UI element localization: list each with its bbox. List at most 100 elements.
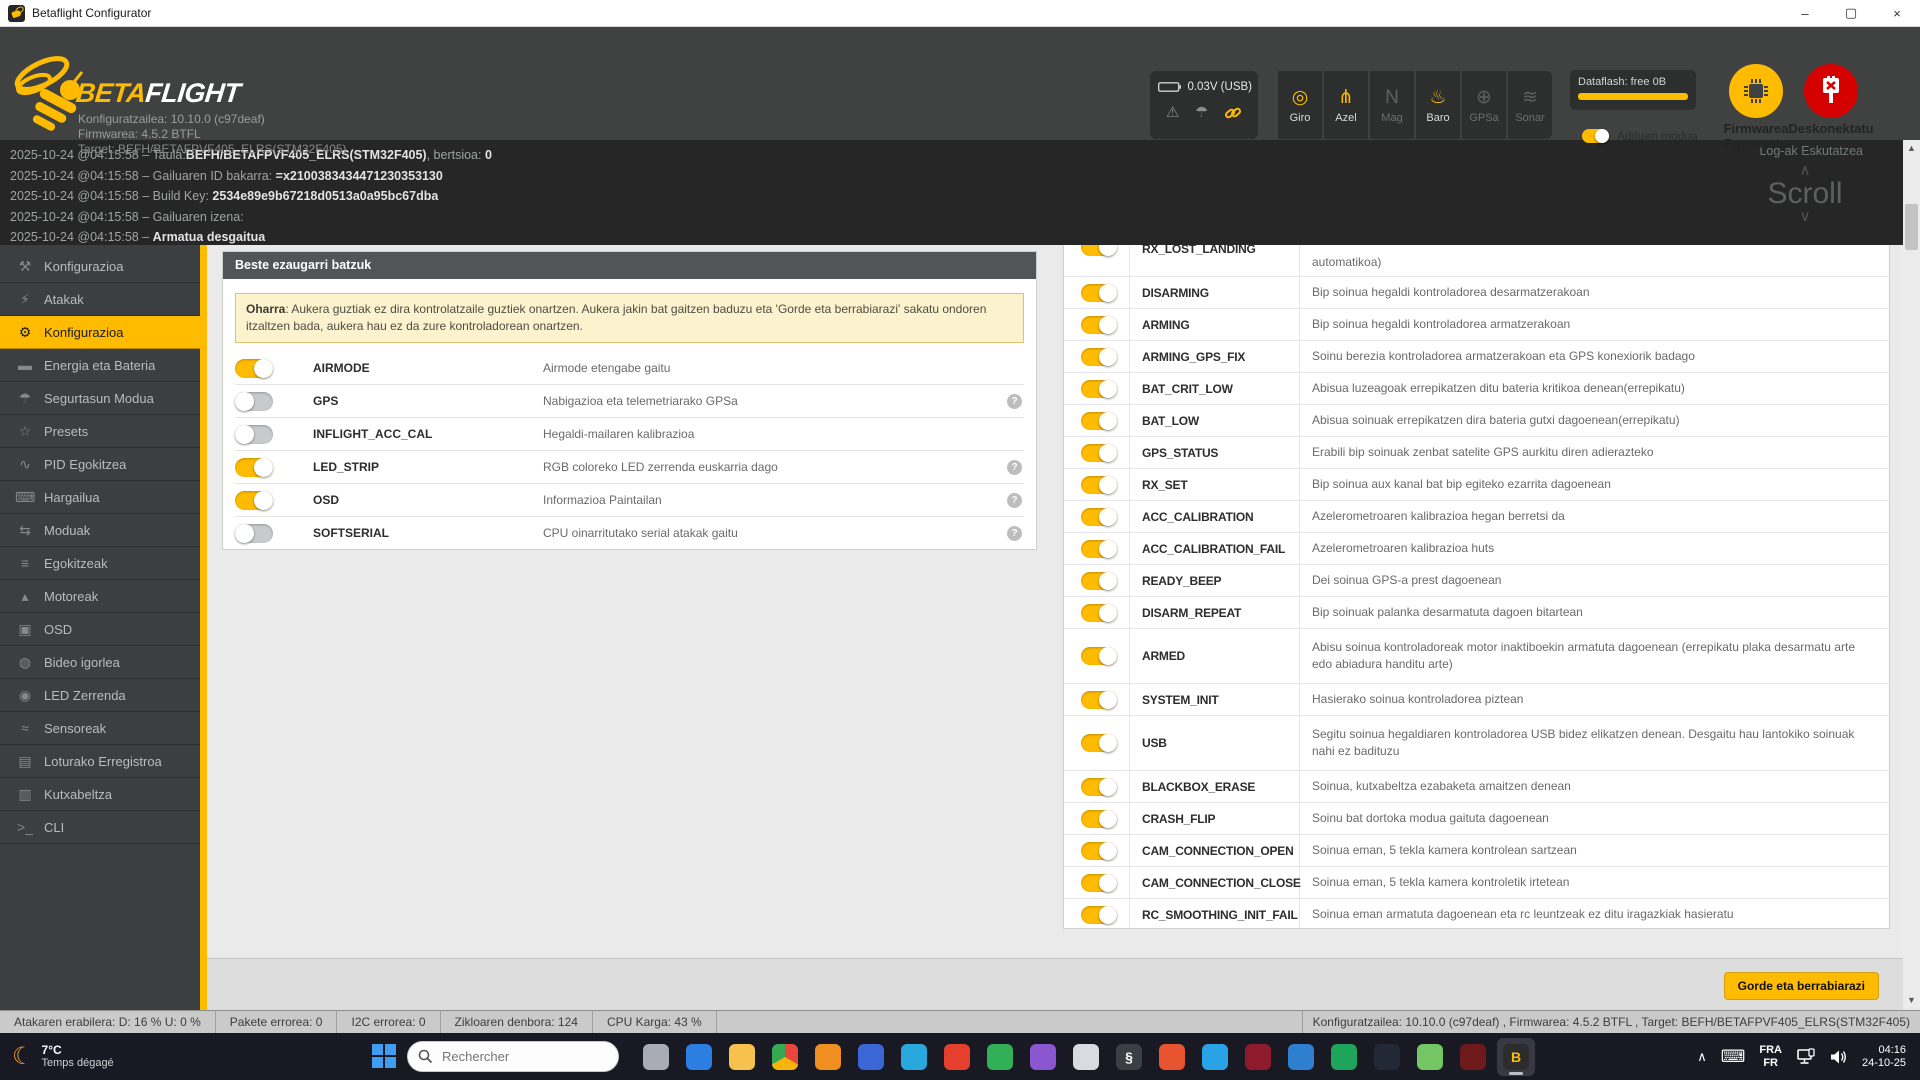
beeper-toggle[interactable] [1081, 690, 1117, 709]
beeper-toggle[interactable] [1081, 507, 1117, 526]
firmware-flasher-button[interactable] [1729, 64, 1783, 118]
tray-chevron-icon[interactable]: ∧ [1697, 1049, 1707, 1065]
beeper-toggle[interactable] [1081, 315, 1117, 334]
beeper-toggle[interactable] [1081, 475, 1117, 494]
expert-mode-toggle[interactable] [1582, 129, 1609, 143]
taskbar-app-icon[interactable] [1196, 1038, 1234, 1076]
network-icon[interactable] [1796, 1047, 1816, 1066]
taskbar-app-icon[interactable] [637, 1038, 675, 1076]
taskbar-search[interactable] [407, 1041, 619, 1072]
close-button[interactable]: × [1874, 0, 1920, 26]
sidebar-item[interactable]: ▤ Loturako Erregistroa [0, 745, 200, 778]
feature-toggle[interactable] [235, 424, 273, 444]
scrollbar-down-arrow[interactable]: ▼ [1903, 992, 1920, 1008]
taskbar-app-icon[interactable] [1411, 1038, 1449, 1076]
disconnect-label[interactable]: Deskonektatu [1776, 121, 1886, 136]
beeper-name: RC_SMOOTHING_INIT_FAIL [1130, 899, 1300, 928]
feature-toggle[interactable] [235, 490, 273, 510]
sidebar-item[interactable]: ◉ LED Zerrenda [0, 679, 200, 712]
taskbar-app-icon[interactable]: § [1110, 1038, 1148, 1076]
feature-toggle[interactable] [235, 391, 273, 411]
beeper-toggle[interactable] [1081, 734, 1117, 752]
feature-toggle[interactable] [235, 358, 273, 378]
beeper-toggle[interactable] [1081, 841, 1117, 860]
beeper-toggle[interactable] [1081, 347, 1117, 366]
beeper-toggle[interactable] [1081, 873, 1117, 892]
beeper-toggle[interactable] [1081, 539, 1117, 558]
target-info: Target: BEFH/BETAFPVF405_ELRS(STM32F405) [78, 142, 347, 156]
sidebar-item[interactable]: ▥ Kutxabeltza [0, 778, 200, 811]
beeper-row: GPS_STATUS Erabili bip soinuak zenbat sa… [1064, 437, 1889, 469]
beeper-toggle[interactable] [1081, 571, 1117, 590]
taskbar-app-icon[interactable] [723, 1038, 761, 1076]
help-icon[interactable]: ? [1007, 525, 1022, 541]
beeper-toggle[interactable] [1081, 283, 1117, 302]
taskbar-weather-widget[interactable]: ☾ 7°C Temps dégagé [0, 1043, 232, 1070]
beeper-name: CRASH_FLIP [1130, 803, 1300, 834]
taskbar-app-icon[interactable] [895, 1038, 933, 1076]
help-icon[interactable]: ? [1007, 459, 1022, 475]
taskbar-app-icon[interactable] [680, 1038, 718, 1076]
search-input[interactable] [440, 1048, 594, 1065]
taskbar-app-icon[interactable] [938, 1038, 976, 1076]
sidebar-item[interactable]: ⚒ Konfigurazioa [0, 250, 200, 283]
sidebar-item-icon: ▣ [18, 620, 32, 637]
minimize-button[interactable]: – [1782, 0, 1828, 26]
language-indicator[interactable]: FRA FR [1759, 1044, 1782, 1070]
taskbar-app-icon[interactable] [981, 1038, 1019, 1076]
sidebar-item[interactable]: ⇆ Moduak [0, 514, 200, 547]
beeper-toggle[interactable] [1081, 379, 1117, 398]
beeper-toggle[interactable] [1081, 905, 1117, 924]
sidebar-item[interactable]: ≈ Sensoreak [0, 712, 200, 745]
taskbar-app-icon[interactable] [1325, 1038, 1363, 1076]
sidebar-item[interactable]: ∿ PID Egokitzea [0, 448, 200, 481]
beeper-row: BAT_LOW Abisua soinuak errepikatzen dira… [1064, 405, 1889, 437]
feature-toggle[interactable] [235, 457, 273, 477]
scrollbar-up-arrow[interactable]: ▲ [1903, 140, 1920, 156]
taskbar-app-icon[interactable] [1024, 1038, 1062, 1076]
taskbar-app-icon[interactable] [766, 1038, 804, 1076]
keyboard-icon[interactable]: ⌨ [1721, 1047, 1746, 1067]
sidebar-item[interactable]: ☆ Presets [0, 415, 200, 448]
tray-clock[interactable]: 04:16 24-10-25 [1862, 1044, 1906, 1070]
scrollbar-thumb[interactable] [1905, 204, 1918, 250]
taskbar-app-icon[interactable] [1368, 1038, 1406, 1076]
feature-toggle[interactable] [235, 523, 273, 543]
beeper-toggle[interactable] [1081, 777, 1117, 796]
sidebar-item[interactable]: ⚙ Konfigurazioa [0, 316, 200, 349]
maximize-button[interactable]: ▢ [1828, 0, 1874, 26]
log-scroll-indicator[interactable]: ∧ Scroll ∨ [1745, 163, 1865, 224]
sidebar-item[interactable]: ▬ Energia eta Bateria [0, 349, 200, 382]
sidebar-item[interactable]: ▣ OSD [0, 613, 200, 646]
beeper-toggle[interactable] [1081, 809, 1117, 828]
beeper-toggle[interactable] [1081, 603, 1117, 622]
disconnect-button[interactable] [1804, 64, 1858, 118]
taskbar-app-icon[interactable] [1454, 1038, 1492, 1076]
sidebar-item[interactable]: ⚡ Atakak [0, 283, 200, 316]
help-icon[interactable]: ? [1007, 393, 1022, 409]
help-icon[interactable]: ? [1007, 492, 1022, 508]
start-button[interactable] [372, 1044, 397, 1069]
vertical-scrollbar[interactable]: ▲ ▼ [1903, 140, 1920, 1008]
taskbar-app-icon[interactable] [1239, 1038, 1277, 1076]
sidebar-item[interactable]: ▴ Motoreak [0, 580, 200, 613]
beeper-toggle[interactable] [1081, 647, 1117, 665]
save-and-reboot-button[interactable]: Gorde eta berrabiarazi [1723, 972, 1879, 1000]
volume-icon[interactable] [1830, 1049, 1848, 1065]
beeper-toggle[interactable] [1081, 411, 1117, 430]
taskbar-app-icon[interactable] [1282, 1038, 1320, 1076]
taskbar-app-icon[interactable] [809, 1038, 847, 1076]
sidebar-item[interactable]: ◍ Bideo igorlea [0, 646, 200, 679]
sidebar-item[interactable]: ⌨ Hargailua [0, 481, 200, 514]
sidebar-item[interactable]: >_ CLI [0, 811, 200, 844]
sensor-indicator: ◎ Giro [1278, 71, 1322, 139]
beeper-toggle[interactable] [1081, 443, 1117, 462]
taskbar-app-icon[interactable] [1153, 1038, 1191, 1076]
taskbar-app-icon[interactable]: B [1497, 1037, 1535, 1076]
beeper-description: Soinua eman, 5 tekla kamera kontroletik … [1312, 875, 1570, 889]
taskbar-app-icon[interactable] [852, 1038, 890, 1076]
sidebar-item[interactable]: ☂ Segurtasun Modua [0, 382, 200, 415]
sidebar-item[interactable]: ≡ Egokitzeak [0, 547, 200, 580]
accent-divider [200, 245, 207, 1010]
taskbar-app-icon[interactable] [1067, 1038, 1105, 1076]
